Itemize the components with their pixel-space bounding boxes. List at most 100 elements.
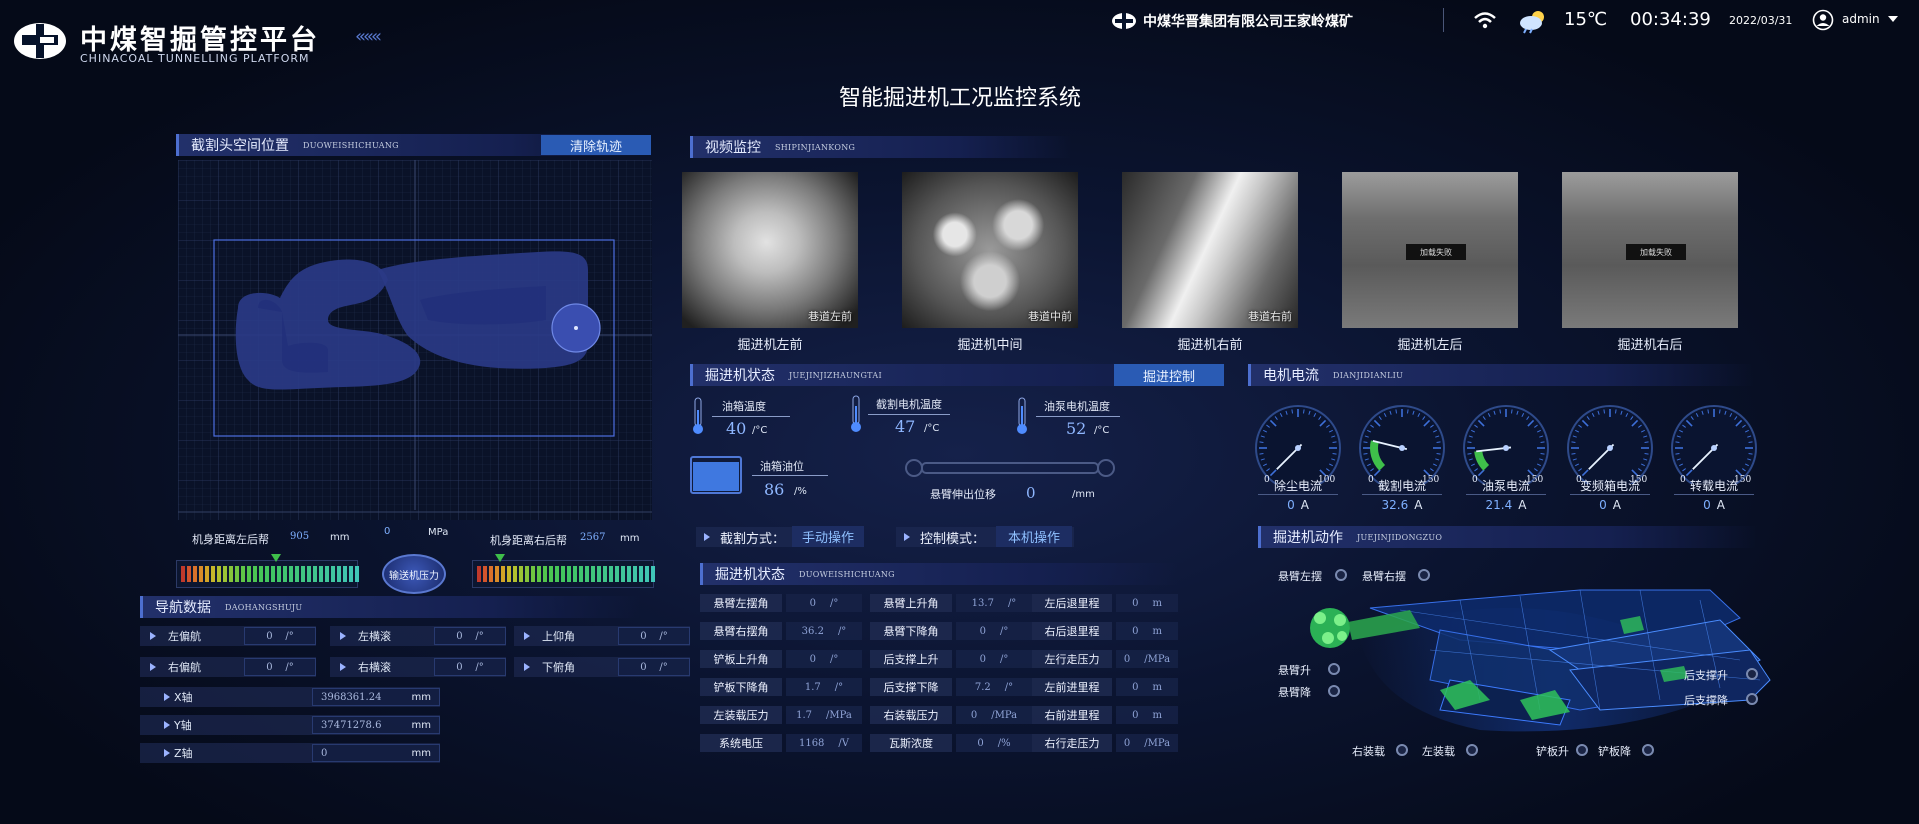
gauge-tick	[1675, 452, 1680, 455]
cutting-mode-value[interactable]: 手动操作	[792, 526, 864, 547]
current-gauge: 0 150	[1463, 405, 1549, 484]
nav-right-yaw-label: 右偏航	[168, 661, 201, 674]
motor-current-title: 电机电流	[1263, 368, 1319, 384]
cutting-position-plot[interactable]	[178, 160, 652, 520]
left-distance-bar-segments	[181, 566, 359, 582]
table-label-cell: 铲板下降角	[700, 678, 782, 696]
table-label-cell: 悬臂上升角	[870, 594, 952, 612]
bar-segment	[193, 566, 197, 582]
header-divider	[1443, 8, 1444, 32]
nav-pitch-down-unit: /°	[659, 661, 668, 673]
gauge-tick	[1302, 409, 1305, 414]
left-distance-value: 905	[290, 531, 310, 542]
camera-caption: 掘进机右前	[1177, 338, 1243, 353]
table-unit: /MPa	[1144, 737, 1171, 749]
gauge-tick	[1614, 409, 1617, 414]
gauge-tick	[1291, 409, 1294, 414]
table-value-cell: 1.7 /°	[786, 678, 862, 696]
action-load-right-radio[interactable]	[1396, 744, 1408, 756]
camera-feed-center[interactable]: 巷道中前	[902, 172, 1078, 328]
clock-date: 2022/03/31	[1729, 14, 1793, 27]
gauge-hub	[1711, 445, 1717, 451]
user-avatar-icon[interactable]	[1812, 9, 1834, 31]
bar-segment	[355, 566, 359, 582]
table-label-cell: 系统电压	[700, 734, 782, 752]
bar-segment	[585, 566, 589, 582]
action-shovel-up-radio[interactable]	[1576, 744, 1588, 756]
camera-caption: 掘进机左后	[1397, 338, 1463, 353]
control-mode-value[interactable]: 本机操作	[996, 526, 1072, 547]
action-boom-left-radio[interactable]	[1335, 569, 1347, 581]
action-rear-down-label: 后支撑降	[1684, 694, 1728, 707]
nav-pitch-up-label: 上仰角	[542, 630, 575, 643]
gauge-tick	[1363, 452, 1368, 455]
action-boom-right-radio[interactable]	[1418, 569, 1430, 581]
table-value: 0	[977, 737, 984, 749]
conveyor-pressure-button[interactable]: 输送机压力	[382, 554, 446, 594]
table-value: 13.7	[971, 597, 994, 609]
bar-segment	[187, 566, 191, 582]
gauge-tick	[1644, 441, 1649, 444]
bar-segment	[579, 566, 583, 582]
actions-title: 掘进机动作	[1273, 530, 1343, 546]
action-rear-up-radio[interactable]	[1746, 668, 1758, 680]
action-shovel-down-radio[interactable]	[1642, 744, 1654, 756]
gauge-hub	[1607, 445, 1613, 451]
action-boom-left-label: 悬臂左摆	[1278, 570, 1322, 583]
current-gauge: 0 150	[1359, 405, 1445, 484]
oil-level-label: 油箱油位	[760, 460, 804, 473]
oil-level-unit: /%	[794, 486, 807, 497]
gauge-tick	[1436, 441, 1441, 444]
gauge-value: 32.6 A	[1352, 498, 1452, 512]
action-boom-down-radio[interactable]	[1328, 685, 1340, 697]
table-value: 0	[1132, 625, 1139, 637]
cutting-position-title: 截割头空间位置	[191, 138, 289, 154]
action-rear-down-radio[interactable]	[1746, 693, 1758, 705]
table-unit: /V	[838, 737, 850, 749]
gauge-tick	[1499, 409, 1502, 414]
bar-segment	[609, 566, 613, 582]
gauge-tick	[1644, 452, 1649, 455]
bar-segment	[229, 566, 233, 582]
bar-segment	[265, 566, 269, 582]
tunneling-control-button[interactable]: 掘进控制	[1114, 364, 1224, 386]
table-unit: /°	[830, 597, 839, 609]
nav-y-axis-unit: mm	[411, 719, 431, 731]
nav-arrow-icon	[524, 632, 530, 640]
camera-feed-left-rear[interactable]: 加载失败	[1342, 172, 1518, 328]
status-subtitle: JUEJINJIZHAUNGTAI	[789, 370, 882, 380]
action-boom-up-radio[interactable]	[1328, 663, 1340, 675]
table-label-cell: 悬臂右摆角	[700, 622, 782, 640]
clear-trajectory-button[interactable]: 清除轨迹	[541, 135, 651, 155]
camera-feed-right-rear[interactable]: 加载失败	[1562, 172, 1738, 328]
camera-image	[902, 172, 1078, 328]
nav-left-roll-unit: /°	[475, 630, 484, 642]
gauge-tick	[1406, 409, 1409, 414]
oil-tank-temp-unit: /°C	[752, 425, 768, 436]
camera-load-failed: 加载失败	[1626, 244, 1686, 260]
nav-pitch-up-value: 0 /°	[618, 627, 690, 645]
user-dropdown-icon[interactable]	[1888, 16, 1898, 22]
nav-right-yaw-number: 0	[266, 661, 273, 673]
gauge-tick	[1332, 452, 1337, 455]
gauge-value-number: 21.4	[1485, 498, 1513, 512]
nav-y-axis-label: Y轴	[174, 719, 192, 732]
bar-segment	[495, 566, 499, 582]
bar-segment	[313, 566, 317, 582]
action-boom-right-label: 悬臂右摆	[1362, 570, 1406, 583]
right-distance-value: 2567	[580, 532, 606, 543]
video-title: 视频监控	[705, 140, 761, 156]
camera-caption: 掘进机右后	[1617, 338, 1683, 353]
gauge-hub	[1295, 445, 1301, 451]
table-unit: /MPa	[826, 709, 852, 721]
table-unit: /°	[837, 625, 847, 637]
action-load-left-radio[interactable]	[1466, 744, 1478, 756]
username[interactable]: admin	[1842, 12, 1880, 26]
current-gauge: 0 150	[1671, 405, 1757, 484]
camera-feed-right-front[interactable]: 巷道右前	[1122, 172, 1298, 328]
camera-feed-left-front[interactable]: 巷道左前	[682, 172, 858, 328]
right-distance-bar-segments	[477, 566, 655, 582]
table-value-cell: 0 /°	[956, 622, 1032, 640]
table-value-cell: 0m	[1116, 678, 1178, 696]
nav-left-yaw-label: 左偏航	[168, 630, 201, 643]
